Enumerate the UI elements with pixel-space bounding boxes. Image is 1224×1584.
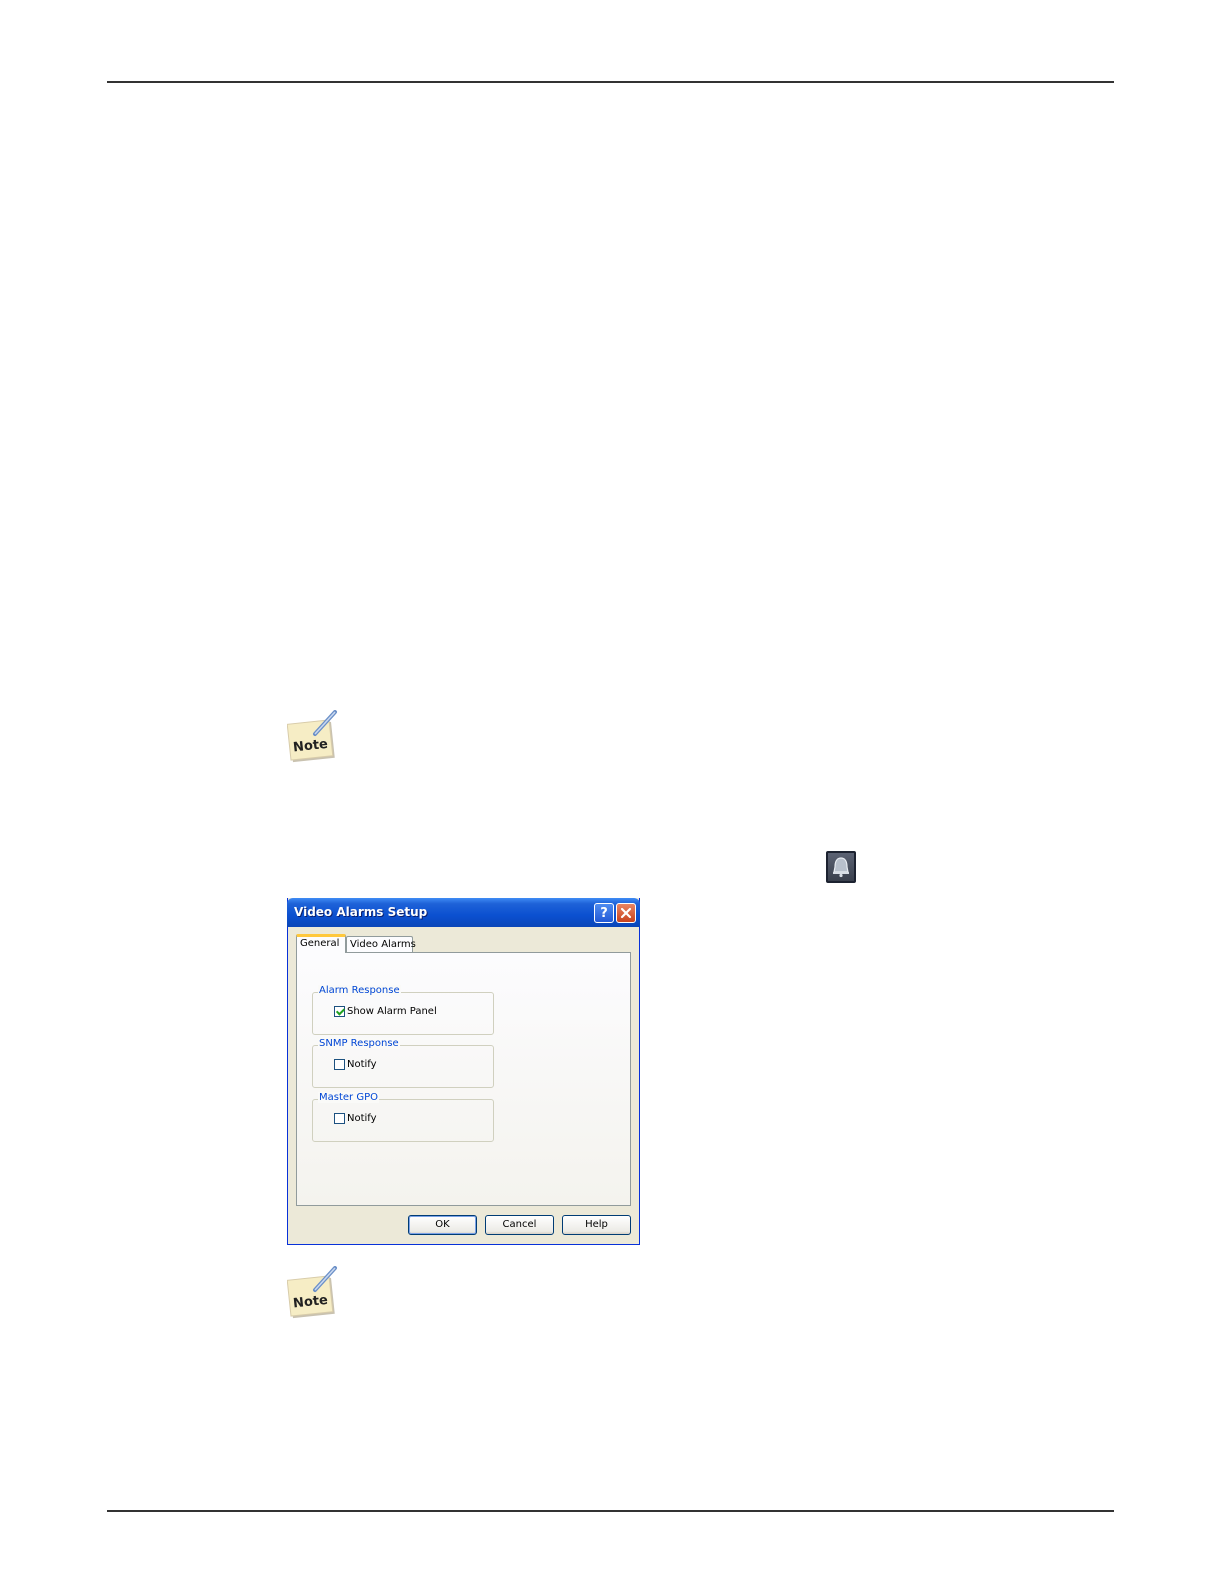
snmp-notify-checkbox[interactable] [334,1059,345,1070]
alarm-bell-button[interactable] [826,851,856,883]
alarm-response-group: Alarm Response Show Alarm Panel [312,985,494,1035]
cancel-button[interactable]: Cancel [485,1215,554,1235]
close-icon[interactable] [616,903,636,923]
group-title: SNMP Response [318,1038,400,1049]
snmp-response-group: SNMP Response Notify [312,1038,494,1088]
general-tab-panel: Alarm Response Show Alarm Panel SNMP Res… [296,952,631,1206]
checkbox-label: Notify [347,1059,377,1070]
header-rule [107,81,1114,83]
gpo-notify-checkbox-row[interactable]: Notify [334,1113,377,1124]
master-gpo-group: Master GPO Notify [312,1092,494,1142]
checkbox-label: Show Alarm Panel [347,1006,437,1017]
bell-icon [833,857,849,878]
footer-rule [107,1510,1114,1512]
show-alarm-panel-checkbox-row[interactable]: Show Alarm Panel [334,1006,437,1017]
group-title: Master GPO [318,1092,379,1103]
group-title: Alarm Response [318,985,401,996]
help-icon[interactable]: ? [594,903,614,923]
help-button[interactable]: Help [562,1215,631,1235]
dialog-title: Video Alarms Setup [294,905,428,919]
note-icon: Note [286,1266,339,1322]
snmp-notify-checkbox-row[interactable]: Notify [334,1059,377,1070]
dialog-titlebar[interactable]: Video Alarms Setup ? [287,898,640,927]
tab-general[interactable]: General [296,934,346,953]
checkbox-label: Notify [347,1113,377,1124]
show-alarm-panel-checkbox[interactable] [334,1006,345,1017]
note-icon: Note [286,710,339,766]
video-alarms-setup-dialog: Video Alarms Setup ? General Video Alarm… [287,898,640,1245]
ok-button[interactable]: OK [408,1215,477,1235]
tab-video-alarms[interactable]: Video Alarms [346,936,416,952]
gpo-notify-checkbox[interactable] [334,1113,345,1124]
